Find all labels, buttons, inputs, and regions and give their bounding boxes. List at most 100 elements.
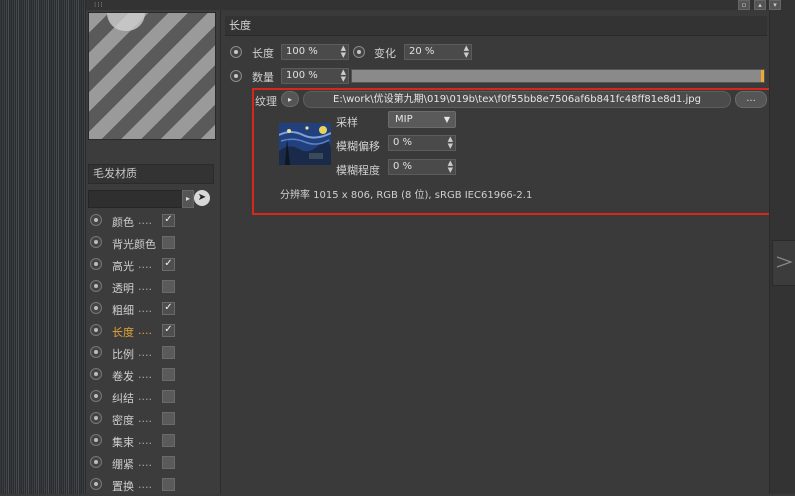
- channel-dots: ....: [138, 456, 152, 469]
- hair-strand: [42, 0, 43, 494]
- window-restore-icon[interactable]: ▫: [738, 0, 750, 10]
- hair-strand: [28, 0, 29, 494]
- amount-slider[interactable]: [351, 69, 765, 83]
- channel-label[interactable]: 纠结: [112, 390, 134, 406]
- channel-list: 颜色.... ✓ 背光颜色 高光.... ✓ 透明.... 粗细.... ✓ 长度.... ✓ 比例…: [86, 210, 220, 496]
- channel-radio-icon[interactable]: [90, 478, 102, 490]
- channel-radio-icon[interactable]: [90, 214, 102, 226]
- channel-enable-checkbox[interactable]: [162, 412, 175, 425]
- length-input[interactable]: 100 % ▲ ▼: [281, 44, 349, 60]
- channel-enable-checkbox[interactable]: [162, 434, 175, 447]
- channel-item[interactable]: 比例....: [86, 342, 220, 364]
- channel-dots: ....: [138, 390, 152, 403]
- material-name-field[interactable]: 毛发材质: [88, 164, 214, 184]
- hair-strand: [50, 0, 51, 494]
- channel-label[interactable]: 密度: [112, 412, 134, 428]
- channel-enable-checkbox[interactable]: [162, 236, 175, 249]
- variation-stepper-icon[interactable]: ▲ ▼: [464, 45, 469, 59]
- hair-strand: [18, 0, 19, 494]
- channel-label[interactable]: 比例: [112, 346, 134, 362]
- amount-slider-handle[interactable]: [761, 70, 764, 82]
- channel-label[interactable]: 粗细: [112, 302, 134, 318]
- material-preview[interactable]: [88, 12, 216, 140]
- hair-strand: [62, 0, 63, 494]
- channel-filter-input[interactable]: [88, 190, 184, 208]
- channel-label[interactable]: 颜色: [112, 214, 134, 230]
- variation-value: 20 %: [409, 46, 435, 57]
- channel-enable-checkbox[interactable]: [162, 456, 175, 469]
- channel-radio-icon[interactable]: [90, 280, 102, 292]
- channel-radio-icon[interactable]: [90, 368, 102, 380]
- drag-grip-icon[interactable]: ⁞⁞⁞: [94, 1, 104, 9]
- amount-anim-radio-icon[interactable]: [230, 70, 242, 82]
- channel-item[interactable]: 集束....: [86, 430, 220, 452]
- channel-label[interactable]: 置换: [112, 478, 134, 494]
- length-stepper-icon[interactable]: ▲ ▼: [341, 45, 346, 59]
- channel-radio-icon[interactable]: [90, 456, 102, 468]
- channel-enable-checkbox[interactable]: [162, 478, 175, 491]
- variation-input[interactable]: 20 % ▲ ▼: [404, 44, 472, 60]
- channel-radio-icon[interactable]: [90, 324, 102, 336]
- window-down-icon[interactable]: ▾: [769, 0, 781, 10]
- channel-radio-icon[interactable]: [90, 302, 102, 314]
- channel-item[interactable]: 密度....: [86, 408, 220, 430]
- channel-label[interactable]: 高光: [112, 258, 134, 274]
- channel-enable-checkbox[interactable]: ✓: [162, 258, 175, 271]
- hair-strand: [46, 0, 47, 494]
- channel-radio-icon[interactable]: [90, 346, 102, 358]
- channel-enable-checkbox[interactable]: [162, 346, 175, 359]
- side-tab[interactable]: [772, 240, 795, 286]
- hair-strand: [52, 0, 53, 494]
- channel-radio-icon[interactable]: [90, 236, 102, 248]
- hair-strand: [30, 0, 31, 494]
- material-channel-panel: 毛发材质 ▸ ➤ 颜色.... ✓ 背光颜色 高光.... ✓ 透明.... 粗细.... ✓…: [86, 10, 221, 494]
- channel-dots: ....: [138, 368, 152, 381]
- hair-strand: [38, 0, 39, 494]
- channel-enable-checkbox[interactable]: [162, 368, 175, 381]
- channel-dots: ....: [138, 346, 152, 359]
- hair-strand: [8, 0, 9, 494]
- filter-arrow-button[interactable]: ▸: [182, 190, 194, 208]
- amount-input[interactable]: 100 % ▲ ▼: [281, 68, 349, 84]
- hair-strand: [6, 0, 7, 494]
- hair-strand: [10, 0, 11, 494]
- channel-enable-checkbox[interactable]: ✓: [162, 324, 175, 337]
- channel-radio-icon[interactable]: [90, 390, 102, 402]
- channel-dots: ....: [138, 324, 152, 337]
- window-up-icon[interactable]: ▴: [754, 0, 766, 10]
- highlight-annotation-box: [252, 88, 772, 215]
- channel-radio-icon[interactable]: [90, 412, 102, 424]
- hair-strand: [16, 0, 17, 494]
- hair-strand: [66, 0, 67, 494]
- pick-cursor-icon[interactable]: ➤: [194, 190, 210, 206]
- channel-item[interactable]: 纠结....: [86, 386, 220, 408]
- channel-label[interactable]: 透明: [112, 280, 134, 296]
- channel-item[interactable]: 颜色.... ✓: [86, 210, 220, 232]
- channel-enable-checkbox[interactable]: [162, 390, 175, 403]
- variation-anim-radio-icon[interactable]: [353, 46, 365, 58]
- channel-enable-checkbox[interactable]: [162, 280, 175, 293]
- channel-dots: ....: [138, 478, 152, 491]
- channel-label[interactable]: 卷发: [112, 368, 134, 384]
- channel-enable-checkbox[interactable]: ✓: [162, 302, 175, 315]
- channel-item[interactable]: 背光颜色: [86, 232, 220, 254]
- hair-strand: [4, 0, 5, 494]
- hair-strand: [56, 0, 57, 494]
- channel-radio-icon[interactable]: [90, 434, 102, 446]
- channel-item[interactable]: 粗细.... ✓: [86, 298, 220, 320]
- channel-item[interactable]: 卷发....: [86, 364, 220, 386]
- length-anim-radio-icon[interactable]: [230, 46, 242, 58]
- channel-radio-icon[interactable]: [90, 258, 102, 270]
- channel-enable-checkbox[interactable]: ✓: [162, 214, 175, 227]
- hair-strand: [64, 0, 65, 494]
- amount-stepper-icon[interactable]: ▲ ▼: [341, 69, 346, 83]
- channel-label[interactable]: 集束: [112, 434, 134, 450]
- channel-item[interactable]: 透明....: [86, 276, 220, 298]
- channel-label[interactable]: 背光颜色: [112, 236, 156, 252]
- channel-item[interactable]: 长度.... ✓: [86, 320, 220, 342]
- channel-item[interactable]: 置换....: [86, 474, 220, 496]
- channel-label[interactable]: 绷紧: [112, 456, 134, 472]
- channel-item[interactable]: 高光.... ✓: [86, 254, 220, 276]
- channel-item[interactable]: 绷紧....: [86, 452, 220, 474]
- channel-label[interactable]: 长度: [112, 324, 134, 340]
